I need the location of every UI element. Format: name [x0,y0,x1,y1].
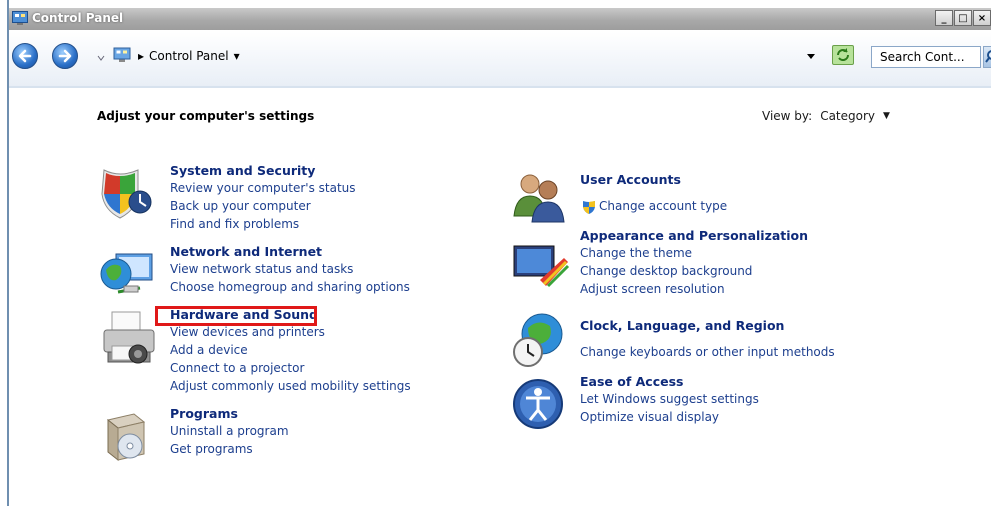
search-icon [985,50,991,63]
category-user-accounts: User Accounts Change account type [580,171,727,215]
view-by: View by: Category ▼ [762,109,890,123]
connect-projector-link[interactable]: Connect to a projector [170,359,411,377]
uninstall-program-link[interactable]: Uninstall a program [170,422,289,440]
breadcrumb: ▸ Control Panel ▾ [138,49,240,63]
shield-icon[interactable] [98,164,158,222]
minimize-button[interactable]: _ [935,10,953,26]
category-programs: Programs Uninstall a program Get program… [170,405,289,458]
network-internet-title[interactable]: Network and Internet [170,243,410,260]
view-by-dropdown[interactable]: Category [820,109,875,123]
title-bar[interactable]: Control Panel _ □ × [9,8,991,30]
forward-arrow-icon [58,49,72,63]
search-input[interactable]: Search Cont... [871,46,981,68]
address-dropdown-icon[interactable] [803,48,819,64]
back-button[interactable] [12,43,38,69]
optimize-display-link[interactable]: Optimize visual display [580,408,759,426]
ease-of-access-title[interactable]: Ease of Access [580,373,759,390]
change-account-type-link[interactable]: Change account type [580,197,727,215]
programs-box-icon[interactable] [98,406,158,464]
category-clock-language-region: Clock, Language, and Region Change keybo… [580,317,835,361]
category-system-security: System and Security Review your computer… [170,162,356,233]
keyboards-input-link[interactable]: Change keyboards or other input methods [580,343,835,361]
find-fix-problems-link[interactable]: Find and fix problems [170,215,356,233]
back-arrow-icon [18,49,32,63]
change-theme-link[interactable]: Change the theme [580,244,808,262]
forward-button[interactable] [52,43,78,69]
caption-buttons: _ □ × [935,10,991,26]
ease-of-access-icon[interactable] [510,376,570,432]
clock-globe-icon[interactable] [510,310,570,370]
network-status-link[interactable]: View network status and tasks [170,260,410,278]
close-button[interactable]: × [973,10,991,26]
system-security-title[interactable]: System and Security [170,162,356,179]
refresh-icon [837,48,849,61]
search-button[interactable] [983,46,991,68]
add-device-link[interactable]: Add a device [170,341,411,359]
breadcrumb-control-panel[interactable]: Control Panel [149,49,229,63]
review-status-link[interactable]: Review your computer's status [170,179,356,197]
refresh-button[interactable] [832,45,854,65]
backup-link[interactable]: Back up your computer [170,197,356,215]
address-toolbar: ▸ Control Panel ▾ Search Cont... [9,32,991,87]
category-network-internet: Network and Internet View network status… [170,243,410,296]
view-by-dropdown-icon[interactable]: ▼ [883,111,890,121]
category-ease-of-access: Ease of Access Let Windows suggest setti… [580,373,759,426]
page-heading: Adjust your computer's settings [97,109,315,123]
breadcrumb-dropdown-icon[interactable]: ▾ [234,49,240,63]
network-globe-icon[interactable] [98,246,158,304]
maximize-button[interactable]: □ [954,10,972,26]
appearance-monitor-icon[interactable] [510,240,570,290]
control-panel-icon [12,11,28,25]
programs-title[interactable]: Programs [170,405,289,422]
toolbar-divider [9,86,991,88]
appearance-title[interactable]: Appearance and Personalization [580,227,808,244]
category-appearance: Appearance and Personalization Change th… [580,227,808,298]
desktop-background-link[interactable]: Change desktop background [580,262,808,280]
get-programs-link[interactable]: Get programs [170,440,289,458]
printer-icon[interactable] [98,308,158,370]
recent-pages-dropdown-icon[interactable] [97,54,105,62]
mobility-settings-link[interactable]: Adjust commonly used mobility settings [170,377,411,395]
breadcrumb-separator-icon[interactable]: ▸ [138,49,144,63]
highlight-box [155,306,317,326]
user-accounts-title[interactable]: User Accounts [580,171,727,188]
screen-resolution-link[interactable]: Adjust screen resolution [580,280,808,298]
homegroup-sharing-link[interactable]: Choose homegroup and sharing options [170,278,410,296]
control-panel-breadcrumb-icon[interactable] [113,47,131,63]
window-title: Control Panel [32,11,124,25]
user-accounts-icon[interactable] [510,168,570,224]
clock-language-region-title[interactable]: Clock, Language, and Region [580,317,835,334]
suggest-settings-link[interactable]: Let Windows suggest settings [580,390,759,408]
view-by-label: View by: [762,109,813,123]
